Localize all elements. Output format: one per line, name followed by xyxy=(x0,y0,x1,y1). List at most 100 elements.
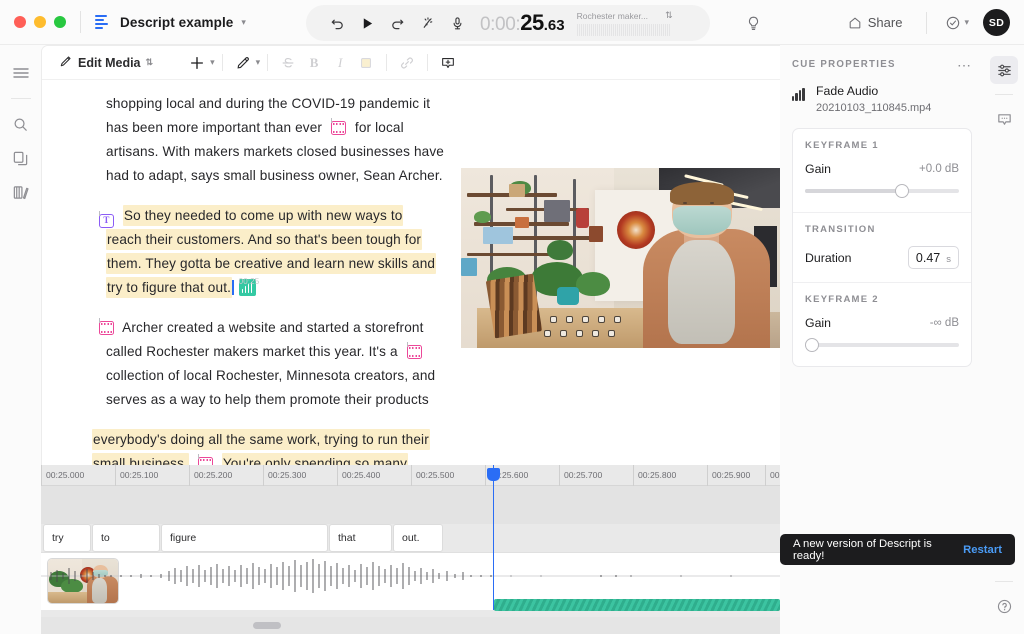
section-title: KEYFRAME 2 xyxy=(805,294,879,305)
media-tracks[interactable] xyxy=(41,552,780,611)
microphone-icon[interactable] xyxy=(442,9,472,37)
wand-icon[interactable] xyxy=(230,51,256,75)
bold-button[interactable]: B xyxy=(301,51,327,75)
edit-media-mode-button[interactable]: Edit Media ⇅ xyxy=(54,51,158,74)
redo-icon[interactable] xyxy=(382,9,412,37)
film-icon[interactable] xyxy=(197,454,213,465)
track-selector[interactable]: Rochester maker... ⇅ xyxy=(576,10,673,36)
section-title: TRANSITION xyxy=(805,224,876,235)
time-hours-minutes: 0:00: xyxy=(480,14,521,35)
transcript-text-highlighted: them. They gotta be creative and learn n… xyxy=(106,253,437,274)
highlight-icon[interactable] xyxy=(353,51,379,75)
transcript-text-highlighted: try to figure that out. xyxy=(106,277,233,298)
ruler-tick: 00:25.200 xyxy=(189,465,232,486)
link-icon[interactable] xyxy=(394,51,420,75)
word-chip[interactable]: that xyxy=(329,524,392,552)
titlebar-right-actions: Share ▾ SD xyxy=(838,0,1010,45)
italic-button[interactable]: I xyxy=(327,51,353,75)
script-icon[interactable] xyxy=(6,177,36,207)
slider-handle[interactable] xyxy=(895,184,910,198)
share-button[interactable]: Share xyxy=(838,11,913,34)
word-chip[interactable]: out. xyxy=(393,524,443,552)
timeline-horizontal-scrollbar[interactable] xyxy=(41,617,780,634)
divider xyxy=(80,11,81,33)
user-avatar[interactable]: SD xyxy=(983,9,1010,36)
track-waveform-preview xyxy=(576,24,671,36)
files-icon[interactable] xyxy=(6,143,36,173)
transcript-line: has been more important than ever for lo… xyxy=(42,116,780,140)
cue-name: Fade Audio xyxy=(816,84,879,98)
timeline-ruler[interactable]: 00:25.000 00:25.100 00:25.200 00:25.300 … xyxy=(41,465,780,486)
transcript-line: artisans. With makers markets closed bus… xyxy=(42,140,780,164)
duration-label: Duration xyxy=(805,250,852,265)
help-circle-icon[interactable] xyxy=(990,592,1018,620)
gain-slider-keyframe-2[interactable] xyxy=(805,337,959,353)
transcript-line: shopping local and during the COVID-19 p… xyxy=(42,92,780,116)
scrollbar-thumb[interactable] xyxy=(253,622,281,629)
ruler-tick: 00:26.000 xyxy=(765,465,780,486)
document-selector[interactable]: Descript example ▾ xyxy=(95,14,246,31)
duration-input[interactable]: 0.47 s xyxy=(907,246,959,269)
status-button[interactable]: ▾ xyxy=(941,11,973,35)
window-controls xyxy=(0,16,66,28)
transcript-text: collection of local Rochester, Minnesota… xyxy=(106,368,436,383)
timestamp-label: 00:25 xyxy=(238,277,260,286)
word-chip[interactable]: try xyxy=(43,524,91,552)
video-preview[interactable] xyxy=(461,168,780,348)
title-bar: Descript example ▾ 0:00: 25 .63 Rocheste… xyxy=(0,0,1024,45)
share-label: Share xyxy=(867,15,903,30)
more-options-icon[interactable]: ⋯ xyxy=(957,58,972,72)
keyframe-1-section: KEYFRAME 1 Gain +0.0 dB xyxy=(793,129,971,212)
menu-icon[interactable] xyxy=(6,58,36,88)
audio-clip-bar[interactable] xyxy=(494,599,780,611)
text-icon[interactable]: T xyxy=(99,211,114,228)
gain-slider-keyframe-1[interactable] xyxy=(805,183,959,199)
add-icon[interactable] xyxy=(184,51,210,75)
divider xyxy=(926,11,928,34)
undo-icon[interactable] xyxy=(322,9,352,37)
slider-handle[interactable] xyxy=(805,338,819,352)
pencil-icon xyxy=(59,54,73,71)
word-chip[interactable]: figure xyxy=(161,524,328,552)
sliders-icon[interactable] xyxy=(990,56,1018,84)
document-title: Descript example xyxy=(120,14,234,30)
minimize-window-button[interactable] xyxy=(34,16,46,28)
lightbulb-icon[interactable] xyxy=(740,10,766,36)
film-icon[interactable] xyxy=(331,118,346,135)
transcript-text: had to adapt, says small business owner,… xyxy=(106,168,443,183)
word-track[interactable]: try to figure that out. xyxy=(41,524,780,552)
strikethrough-button[interactable] xyxy=(275,51,301,75)
transcript-text: called Rochester makers market this year… xyxy=(106,344,398,359)
chevron-down-icon[interactable]: ▾ xyxy=(210,57,215,68)
play-icon[interactable] xyxy=(352,9,382,37)
timeline-playhead[interactable] xyxy=(487,465,501,610)
transport-bar: 0:00: 25 .63 Rochester maker... ⇅ xyxy=(306,5,710,41)
audio-icon[interactable]: 00:25 xyxy=(238,277,259,296)
restart-link[interactable]: Restart xyxy=(963,544,1002,556)
close-window-button[interactable] xyxy=(14,16,26,28)
playhead-handle[interactable] xyxy=(487,468,501,481)
film-icon[interactable] xyxy=(406,342,422,359)
comment-add-icon[interactable] xyxy=(435,51,461,75)
keyframe-2-section: KEYFRAME 2 Gain -∞ dB xyxy=(793,282,971,366)
maximize-window-button[interactable] xyxy=(54,16,66,28)
video-frame xyxy=(461,168,780,348)
audio-waveform xyxy=(41,559,780,593)
divider xyxy=(267,54,269,71)
comment-icon[interactable] xyxy=(990,105,1018,133)
film-icon[interactable] xyxy=(99,318,114,335)
transcript-text-highlighted: small business. xyxy=(92,453,189,465)
ruler-tick: 00:25.100 xyxy=(115,465,158,486)
ruler-tick: 00:25.300 xyxy=(263,465,306,486)
duration-value: 0.47 xyxy=(915,250,941,265)
transcript-text: serves as a way to help them promote the… xyxy=(106,392,429,407)
gain-label: Gain xyxy=(805,162,831,176)
search-icon[interactable] xyxy=(6,109,36,139)
transcript-text: for local xyxy=(354,120,404,135)
chevron-down-icon[interactable]: ▾ xyxy=(256,57,261,68)
word-chip[interactable]: to xyxy=(92,524,160,552)
timeline-panel[interactable]: 00:25.000 00:25.100 00:25.200 00:25.300 … xyxy=(41,465,780,634)
magic-wand-icon[interactable] xyxy=(412,9,442,37)
transcript-text: Archer created a website and started a s… xyxy=(122,320,424,335)
transcript-paragraph[interactable]: everybody's doing all the same work, try… xyxy=(42,428,780,465)
